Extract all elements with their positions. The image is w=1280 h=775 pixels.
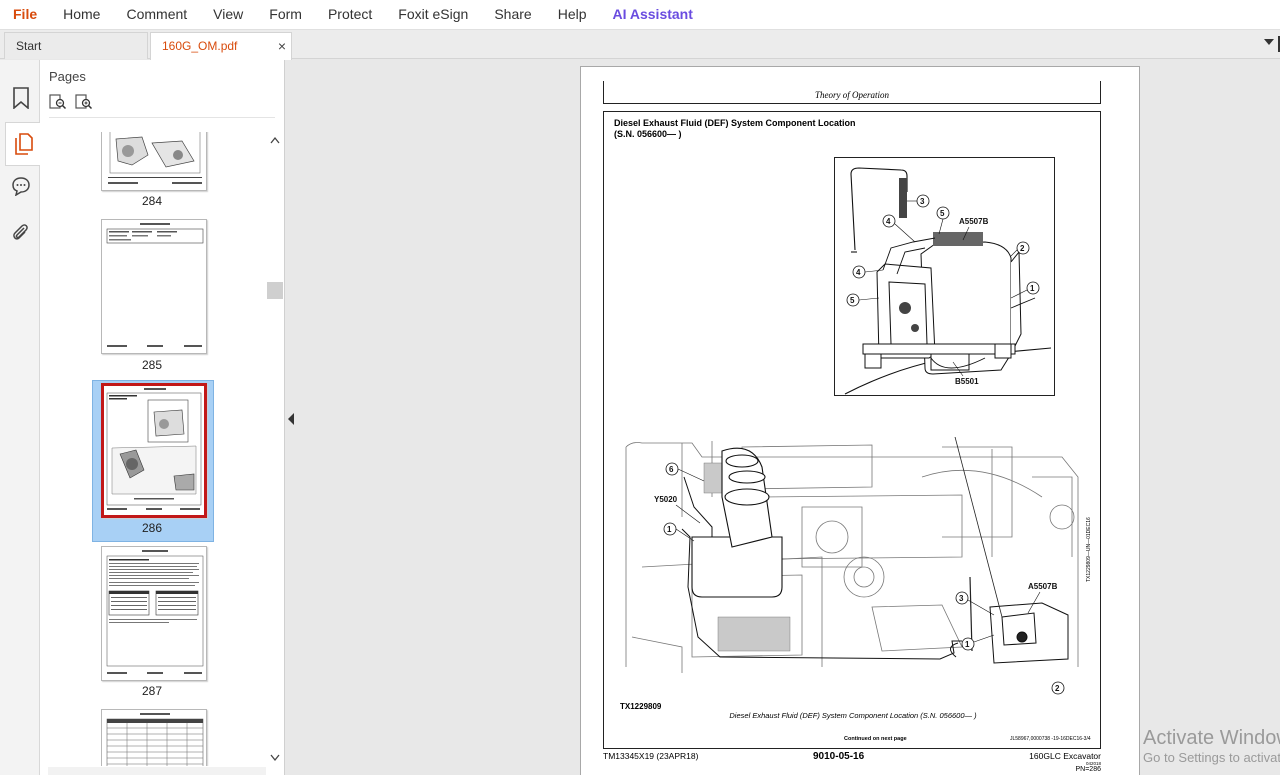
thumbnail-label: 285 bbox=[141, 358, 163, 372]
figure-caption: Diesel Exhaust Fluid (DEF) System Compon… bbox=[729, 711, 977, 720]
callout-number: 5 bbox=[850, 296, 855, 305]
menu-home[interactable]: Home bbox=[50, 0, 113, 30]
thumbnail-list: 284 285 286 287 bbox=[40, 132, 276, 766]
tab-document[interactable]: 160G_OM.pdf × bbox=[150, 32, 292, 60]
watermark-subtitle: Go to Settings to activate Windows. bbox=[1143, 750, 1280, 765]
thumbnail-page-288[interactable] bbox=[101, 709, 207, 766]
navigation-sidebar bbox=[0, 60, 41, 775]
scroll-down-icon[interactable] bbox=[270, 754, 280, 762]
callout-label: B5501 bbox=[955, 377, 979, 386]
menu-form[interactable]: Form bbox=[256, 0, 315, 30]
callout-number: 6 bbox=[669, 465, 674, 474]
menu-foxit-esign[interactable]: Foxit eSign bbox=[385, 0, 481, 30]
collapse-panel-icon[interactable] bbox=[288, 413, 294, 425]
callout-number: 2 bbox=[1055, 684, 1060, 693]
menu-bar: File Home Comment View Form Protect Foxi… bbox=[0, 0, 1280, 30]
callout-label: Y5020 bbox=[654, 495, 678, 504]
zoom-in-thumbnails-icon[interactable] bbox=[75, 94, 93, 115]
close-icon[interactable]: × bbox=[278, 33, 286, 59]
callout-number: 1 bbox=[667, 525, 672, 534]
tab-start-label: Start bbox=[16, 39, 42, 53]
panel-splitter[interactable] bbox=[284, 60, 296, 775]
footer-pn: PN=286 bbox=[1075, 766, 1102, 773]
menu-comment[interactable]: Comment bbox=[113, 0, 200, 30]
callout-number: 4 bbox=[886, 217, 891, 226]
section-title: Diesel Exhaust Fluid (DEF) System Compon… bbox=[614, 118, 856, 139]
tab-list-dropdown-icon[interactable] bbox=[1264, 39, 1274, 45]
thumbnail-horizontal-scrollbar[interactable] bbox=[48, 767, 266, 775]
footer-manual-id: TM13345X19 (23APR18) bbox=[603, 751, 699, 761]
callout-number: 2 bbox=[1020, 244, 1025, 253]
callout-number: 3 bbox=[959, 594, 964, 603]
tab-bar: Start 160G_OM.pdf × bbox=[0, 30, 1280, 60]
thumbnail-page-286[interactable] bbox=[101, 383, 207, 518]
document-view[interactable]: Theory of Operation Diesel Exhaust Fluid… bbox=[296, 60, 1280, 775]
menu-help[interactable]: Help bbox=[545, 0, 600, 30]
attachment-icon[interactable] bbox=[6, 217, 36, 249]
figure-side-code: TX1229809—UN—01DEC16 bbox=[1086, 517, 1092, 582]
pages-toolbar bbox=[49, 94, 93, 115]
menu-protect[interactable]: Protect bbox=[315, 0, 385, 30]
callout-2: 2 bbox=[1051, 681, 1065, 695]
thumbnail-label: 287 bbox=[141, 684, 163, 698]
pages-panel: Pages 284 285 286 287 bbox=[40, 60, 284, 775]
callout-number: 4 bbox=[856, 268, 861, 277]
thumbnail-page-285[interactable] bbox=[101, 219, 207, 354]
callout-number: 3 bbox=[920, 197, 925, 206]
scrollbar-thumb[interactable] bbox=[267, 282, 283, 299]
menu-view[interactable]: View bbox=[200, 0, 256, 30]
menu-file[interactable]: File bbox=[0, 0, 50, 30]
continued-note: Continued on next page bbox=[844, 736, 907, 742]
menu-ai-assistant[interactable]: AI Assistant bbox=[600, 0, 706, 30]
pages-panel-title: Pages bbox=[49, 69, 86, 84]
callout-label: A5507B bbox=[959, 217, 989, 226]
foxit-window: File Home Comment View Form Protect Foxi… bbox=[0, 0, 1280, 775]
zoom-out-thumbnails-icon[interactable] bbox=[49, 94, 67, 115]
page-content-frame: Diesel Exhaust Fluid (DEF) System Compon… bbox=[603, 111, 1101, 749]
thumbnail-label: 284 bbox=[141, 194, 163, 208]
excavator-engine-illustration: 6 Y5020 1 3 A5507B 1 bbox=[625, 437, 1079, 673]
callout-number: 5 bbox=[940, 209, 945, 218]
reference-code: JL58967,0000738 -19-16DEC16-3/4 bbox=[1010, 736, 1091, 742]
pages-icon[interactable] bbox=[5, 122, 41, 166]
pdf-page: Theory of Operation Diesel Exhaust Fluid… bbox=[580, 66, 1140, 775]
page-header: Theory of Operation bbox=[603, 81, 1101, 104]
tab-start[interactable]: Start bbox=[4, 32, 148, 59]
pages-divider bbox=[49, 117, 275, 118]
watermark-title: Activate Windows bbox=[1143, 727, 1280, 749]
footer-model: 160GLC Excavator bbox=[1029, 751, 1101, 761]
footer-page-number: 9010-05-16 bbox=[813, 751, 865, 762]
thumbnail-page-287[interactable] bbox=[101, 546, 207, 681]
comments-icon[interactable] bbox=[6, 170, 36, 202]
thumbnail-label: 286 bbox=[141, 521, 163, 535]
callout-number: 1 bbox=[965, 640, 970, 649]
scroll-up-icon[interactable] bbox=[270, 136, 280, 144]
activation-watermark: Activate Windows Go to Settings to activ… bbox=[1143, 727, 1280, 767]
thumbnail-scrollbar[interactable] bbox=[267, 132, 283, 766]
bookmark-icon[interactable] bbox=[6, 82, 36, 114]
callout-number: 1 bbox=[1030, 284, 1035, 293]
thumbnail-page-284[interactable] bbox=[101, 132, 207, 191]
component-inset: 3 5 4 A5507B 2 4 1 5 B5501 bbox=[834, 157, 1055, 579]
callout-label: A5507B bbox=[1028, 582, 1058, 591]
tab-document-label: 160G_OM.pdf bbox=[162, 39, 238, 53]
figure-id: TX1229809 bbox=[620, 702, 662, 711]
def-tank-inset-illustration: 3 5 4 A5507B 2 4 1 5 B5501 bbox=[844, 167, 1052, 579]
menu-share[interactable]: Share bbox=[481, 0, 544, 30]
